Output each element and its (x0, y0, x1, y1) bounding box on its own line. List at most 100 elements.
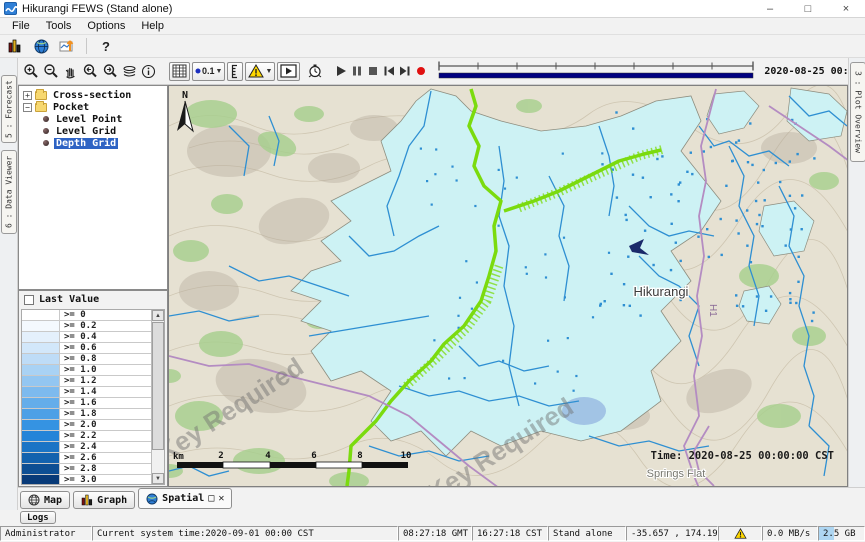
tab-spatial[interactable]: Spatial □ ✕ (138, 488, 232, 509)
main-toolbar: ? (0, 35, 865, 58)
logs-row: Logs (0, 510, 865, 525)
legend-value-label: >= 0.4 (60, 332, 97, 342)
legend-value-label: >= 0.2 (60, 321, 97, 331)
tab-close-icon[interactable]: ✕ (218, 493, 224, 504)
scroll-up-icon[interactable]: ▲ (152, 310, 164, 321)
legend-row[interactable]: >= 0 (22, 310, 151, 321)
database-chart-button[interactable] (4, 36, 26, 56)
zoom-next-button[interactable] (101, 61, 119, 81)
scroll-down-icon[interactable]: ▼ (152, 473, 164, 484)
node-bullet-icon (43, 116, 49, 122)
stop-button[interactable] (366, 61, 380, 81)
legend-row[interactable]: >= 2.8 (22, 464, 151, 475)
legend-row[interactable]: >= 1.4 (22, 387, 151, 398)
legend-row[interactable]: >= 0.4 (22, 332, 151, 343)
animation-button[interactable] (277, 62, 300, 81)
menu-tools[interactable]: Tools (39, 19, 79, 33)
menu-options[interactable]: Options (80, 19, 132, 33)
zoom-in-button[interactable] (22, 61, 40, 81)
legend-panel: Last Value >= 0>= 0.2>= 0.4>= 0.6>= 0.8>… (18, 290, 168, 487)
legend-row[interactable]: >= 2.6 (22, 453, 151, 464)
legend-row[interactable]: >= 0.6 (22, 343, 151, 354)
legend-color-swatch (22, 431, 60, 441)
pause-button[interactable] (350, 61, 364, 81)
legend-row[interactable]: >= 2.4 (22, 442, 151, 453)
help-button[interactable]: ? (95, 36, 117, 56)
logs-button[interactable]: Logs (20, 511, 56, 524)
warning-threshold-dropdown[interactable]: ▼ (245, 62, 275, 81)
legend-row[interactable]: >= 0.2 (22, 321, 151, 332)
legend-row[interactable]: >= 1.6 (22, 398, 151, 409)
grid-display-button[interactable] (169, 62, 190, 81)
layers-button[interactable] (121, 61, 138, 81)
contour-interval-dropdown[interactable]: 0.1 ▼ (192, 62, 225, 81)
tree-item-cross-section[interactable]: + Cross-section (19, 89, 167, 101)
status-coordinates: -35.657 , 174.199 (626, 526, 718, 541)
folder-icon (35, 91, 47, 100)
globe-button[interactable] (30, 36, 52, 56)
node-bullet-icon (43, 140, 49, 146)
tree-item-depth-grid[interactable]: Depth Grid (19, 137, 167, 149)
tab-map[interactable]: Map (20, 491, 70, 509)
time-slider[interactable] (436, 60, 756, 83)
svg-text:km: km (173, 452, 184, 462)
legend-row[interactable]: >= 1.8 (22, 409, 151, 420)
info-button[interactable] (140, 61, 157, 81)
menu-help[interactable]: Help (134, 19, 171, 33)
collapse-icon[interactable]: − (23, 103, 32, 112)
legend-value-label: >= 0 (60, 310, 86, 320)
menu-file[interactable]: File (5, 19, 37, 33)
tab-graph[interactable]: Graph (73, 491, 135, 509)
legend-color-swatch (22, 387, 60, 397)
place-label-hikurangi: Hikurangi (634, 284, 689, 299)
tab-plot-overview[interactable]: 3 : Plot Overview (850, 62, 865, 162)
status-local-time: 16:27:18 CST (472, 526, 548, 541)
legend-scrollbar[interactable]: ▲ ▼ (151, 310, 164, 484)
status-user: Administrator (0, 526, 92, 541)
menu-bar: File Tools Options Help (0, 18, 865, 35)
legend-color-swatch (22, 453, 60, 463)
timeseries-button[interactable] (56, 36, 78, 56)
legend-row[interactable]: >= 1.2 (22, 376, 151, 387)
legend-header: Last Value (19, 291, 167, 308)
status-system-time: Current system time:2020-09-01 00:00 CST (92, 526, 398, 541)
status-warning[interactable] (718, 526, 762, 541)
right-tab-strip: 3 : Plot Overview (848, 58, 865, 487)
legend-row[interactable]: >= 3.0 (22, 475, 151, 484)
legend-row[interactable]: >= 2.0 (22, 420, 151, 431)
legend-value-label: >= 1.4 (60, 387, 97, 397)
tree-item-level-grid[interactable]: Level Grid (19, 125, 167, 137)
legend-value-label: >= 0.6 (60, 343, 97, 353)
tree-item-level-point[interactable]: Level Point (19, 113, 167, 125)
legend-color-swatch (22, 343, 60, 353)
tab-forecast[interactable]: 5 : Forecast (1, 75, 17, 143)
close-button[interactable]: × (827, 0, 865, 17)
pan-button[interactable] (62, 61, 79, 81)
scale-ruler-button[interactable] (227, 62, 243, 81)
tab-restore-icon[interactable]: □ (208, 493, 214, 504)
minimize-button[interactable]: – (751, 0, 789, 17)
legend-row[interactable]: >= 2.2 (22, 431, 151, 442)
skip-to-end-button[interactable] (398, 61, 412, 81)
expand-icon[interactable]: + (23, 91, 32, 100)
record-button[interactable] (414, 61, 428, 81)
legend-row[interactable]: >= 1.0 (22, 365, 151, 376)
zoom-previous-button[interactable] (81, 61, 99, 81)
tree-item-pocket[interactable]: − Pocket (19, 101, 167, 113)
map-viewport[interactable]: H1 N Hikurangi Springs Flat API Key Requ… (168, 85, 848, 487)
legend-color-swatch (22, 332, 60, 342)
zoom-out-button[interactable] (42, 61, 60, 81)
last-value-checkbox[interactable] (24, 295, 34, 305)
scrollbar-thumb[interactable] (152, 322, 164, 450)
globe-wire-icon (28, 494, 40, 506)
bottom-tab-bar: Map Graph Spatial □ ✕ (18, 487, 865, 510)
skip-to-start-button[interactable] (382, 61, 396, 81)
timer-button[interactable] (306, 61, 324, 81)
legend-color-swatch (22, 398, 60, 408)
legend-row[interactable]: >= 0.8 (22, 354, 151, 365)
tab-data-viewer[interactable]: 6 : Data Viewer (1, 150, 17, 234)
place-label-springs-flat: Springs Flat (647, 468, 706, 480)
legend-value-label: >= 2.6 (60, 453, 97, 463)
maximize-button[interactable]: □ (789, 0, 827, 17)
play-button[interactable] (334, 61, 348, 81)
